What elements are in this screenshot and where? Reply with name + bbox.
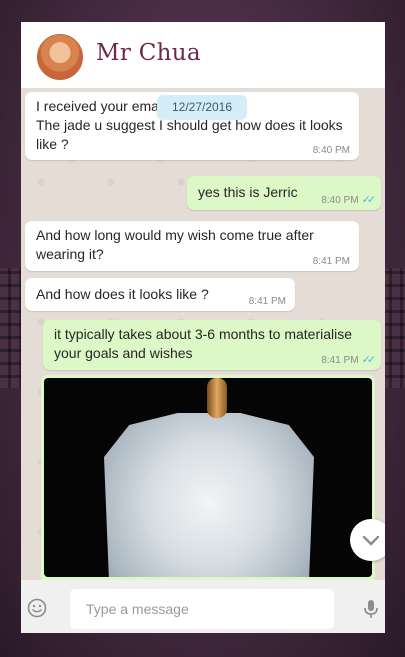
contact-avatar[interactable] — [37, 34, 83, 80]
jade-pendant-shape — [104, 413, 314, 577]
contact-name[interactable]: Mr Chua — [96, 40, 201, 66]
message-time: 8:40 PM ✓✓ — [321, 194, 377, 206]
jade-pendant-image[interactable] — [44, 378, 372, 577]
message-outgoing[interactable]: yes this is Jerric 8:40 PM ✓✓ — [187, 176, 381, 210]
message-list[interactable]: I received your ema The jade u suggest I… — [21, 88, 385, 580]
message-incoming[interactable]: And how long would my wish come true aft… — [25, 221, 359, 271]
chat-window: Mr Chua I received your ema The jade u s… — [21, 22, 385, 633]
emoji-icon[interactable] — [27, 598, 47, 618]
microphone-icon[interactable] — [360, 598, 382, 620]
composer-bar: Type a message — [21, 580, 385, 633]
message-incoming[interactable]: And how does it looks like ? 8:41 PM — [25, 278, 295, 311]
message-input-placeholder: Type a message — [86, 601, 189, 617]
message-time: 8:40 PM — [312, 145, 350, 156]
message-time: 8:41 PM — [248, 296, 286, 307]
message-time: 8:41 PM ✓✓ — [321, 354, 377, 366]
message-time: 8:41 PM — [312, 256, 350, 267]
read-ticks-icon: ✓✓ — [361, 194, 377, 206]
message-input[interactable]: Type a message — [70, 589, 334, 629]
scroll-down-button[interactable] — [350, 519, 385, 561]
message-text: And how long would my wish come true aft… — [36, 227, 314, 262]
image-message[interactable] — [41, 375, 375, 580]
message-outgoing[interactable]: it typically takes about 3-6 months to m… — [43, 320, 381, 370]
message-text: And how does it looks like ? — [36, 286, 209, 302]
date-pill: 12/27/2016 — [157, 95, 247, 119]
chevron-down-icon — [362, 535, 380, 546]
chat-header: Mr Chua — [21, 22, 385, 89]
pendant-bail — [207, 378, 227, 418]
read-ticks-icon: ✓✓ — [361, 354, 377, 366]
